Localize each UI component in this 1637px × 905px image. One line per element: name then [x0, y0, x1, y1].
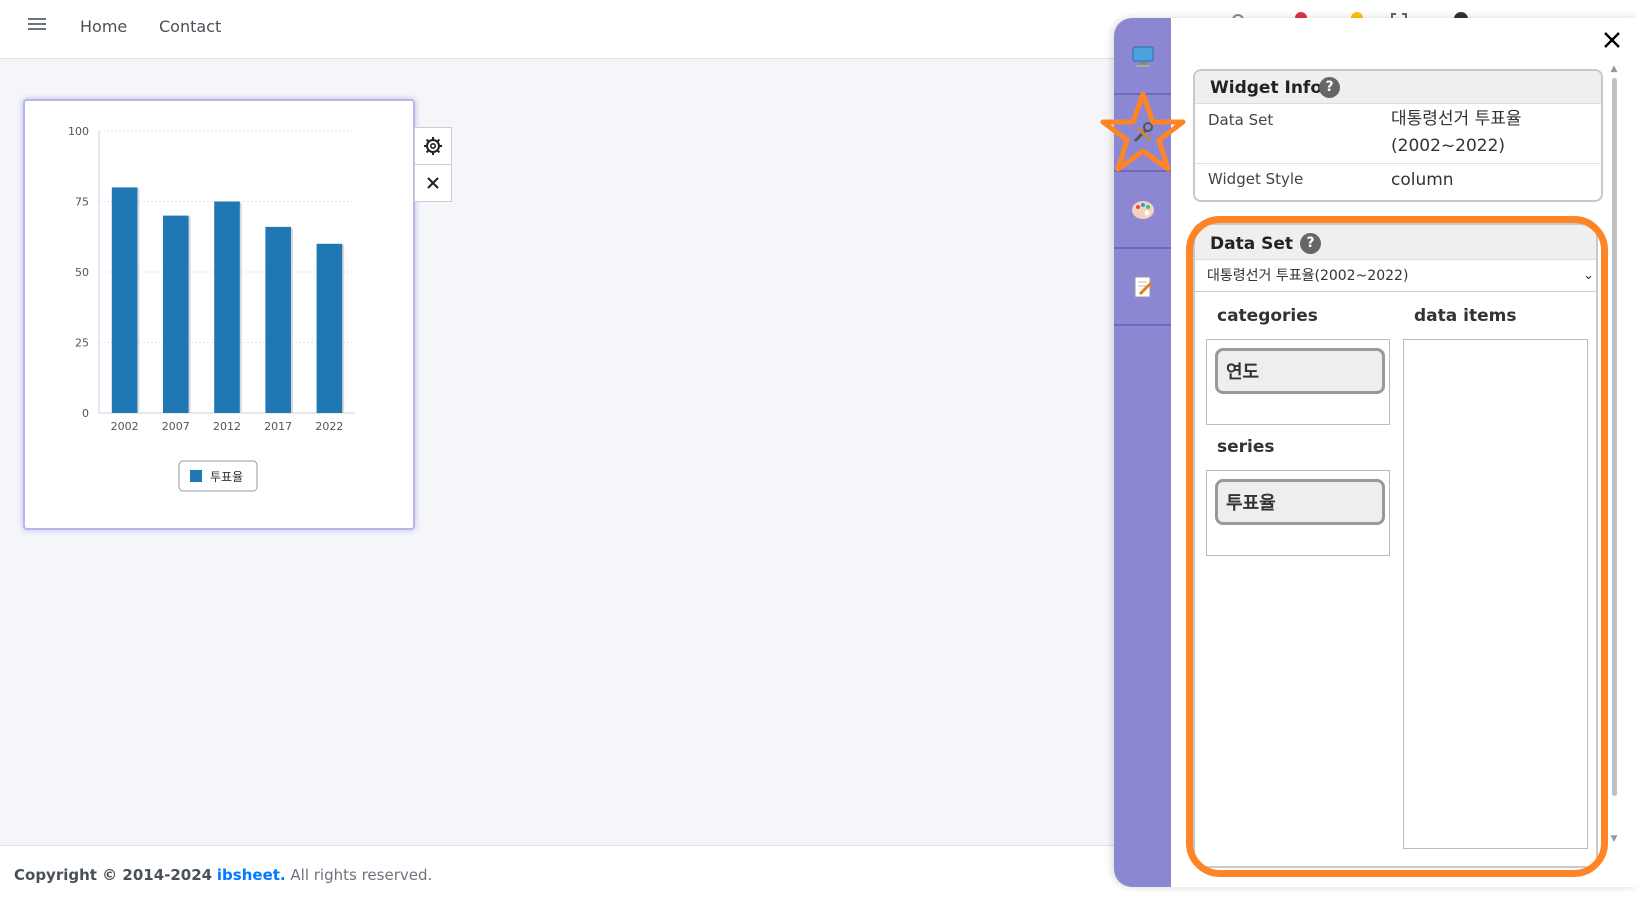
- y-tick-label: 75: [75, 196, 89, 209]
- chart-legend[interactable]: 투표율: [178, 460, 258, 492]
- series-drop-zone[interactable]: 투표율: [1206, 470, 1390, 556]
- panel-close-button[interactable]: [1601, 30, 1623, 52]
- y-tick-label: 50: [75, 266, 89, 279]
- footer-copyright: Copyright © 2014-2024: [14, 866, 213, 884]
- tab-data-settings[interactable]: [1114, 95, 1171, 172]
- footer-brand-link[interactable]: ibsheet.: [217, 866, 286, 884]
- y-tick-label: 0: [82, 407, 89, 420]
- monitor-icon: [1132, 46, 1153, 67]
- legend-swatch: [190, 470, 202, 482]
- bar-2002[interactable]: [111, 187, 138, 413]
- data-items-drop-zone[interactable]: [1403, 339, 1588, 849]
- gear-icon: [424, 137, 442, 155]
- categories-drop-zone[interactable]: 연도: [1206, 339, 1390, 425]
- legend-label: 투표율: [210, 470, 243, 484]
- info-row-data-set: Data Set 대통령선거 투표율 (2002~2022): [1195, 104, 1601, 164]
- chevron-down-icon: ⌄: [1583, 268, 1594, 283]
- scroll-down-icon[interactable]: ▼: [1609, 834, 1619, 844]
- close-icon: [427, 177, 439, 189]
- data-items-label: data items: [1414, 306, 1517, 326]
- help-icon[interactable]: ?: [1319, 77, 1340, 98]
- bar-2007[interactable]: [163, 215, 189, 413]
- series-label: series: [1217, 437, 1275, 457]
- x-tick-label: 2022: [315, 420, 343, 433]
- x-tick-label: 2012: [213, 420, 241, 433]
- x-tick-label: 2017: [264, 420, 292, 433]
- data-set-title: Data Set: [1210, 234, 1293, 254]
- bar-2017[interactable]: [265, 226, 291, 413]
- nav-link-home[interactable]: Home: [80, 17, 127, 36]
- info-row-widget-style: Widget Style column: [1195, 164, 1601, 200]
- nav-link-contact[interactable]: Contact: [159, 17, 221, 36]
- tab-display[interactable]: [1114, 18, 1171, 95]
- bar-2022[interactable]: [316, 243, 343, 413]
- data-set-select[interactable]: 대통령선거 투표율(2002~2022) ⌄: [1195, 260, 1596, 292]
- help-icon[interactable]: ?: [1300, 233, 1321, 254]
- info-value-line1: 대통령선거 투표율: [1391, 109, 1522, 129]
- info-value: column: [1391, 170, 1454, 190]
- y-tick-label: 100: [68, 125, 89, 138]
- column-chart: 100 75 50 25 0 2002 2007 2012 2017 2022 투표율: [68, 125, 355, 492]
- data-set-header: Data Set ?: [1195, 225, 1596, 260]
- data-set-selected-value: 대통령선거 투표율(2002~2022): [1207, 268, 1409, 284]
- widget-close-button[interactable]: [414, 164, 452, 202]
- palette-icon: [1131, 200, 1154, 219]
- bar-2012[interactable]: [214, 201, 240, 414]
- widget-info-title: Widget Info: [1210, 78, 1322, 98]
- x-tick-label: 2007: [162, 420, 190, 433]
- tools-icon: [1133, 121, 1153, 142]
- footer-suffix: All rights reserved.: [290, 866, 433, 884]
- panel-side-tabs: [1114, 18, 1171, 887]
- widget-info-header: Widget Info ?: [1195, 71, 1601, 104]
- widget-settings-button[interactable]: [414, 127, 452, 165]
- category-chip[interactable]: 연도: [1215, 348, 1385, 394]
- info-value-line2: (2002~2022): [1391, 136, 1506, 156]
- footer-text: Copyright © 2014-2024 ibsheet. All right…: [14, 866, 432, 884]
- tab-notes[interactable]: [1114, 249, 1171, 326]
- scrollbar-thumb[interactable]: [1612, 78, 1617, 796]
- widget-info-box: Widget Info ? Data Set 대통령선거 투표율 (2002~2…: [1193, 69, 1603, 202]
- y-tick-label: 25: [75, 337, 89, 350]
- scroll-up-icon[interactable]: ▲: [1609, 64, 1619, 74]
- panel-scrollbar[interactable]: ▲ ▼: [1609, 64, 1619, 844]
- series-chip[interactable]: 투표율: [1215, 479, 1385, 525]
- info-key: Data Set: [1208, 111, 1274, 129]
- x-tick-label: 2002: [111, 420, 139, 433]
- categories-label: categories: [1217, 306, 1318, 326]
- info-key: Widget Style: [1208, 170, 1304, 188]
- data-set-box: Data Set ? 대통령선거 투표율(2002~2022) ⌄ catego…: [1193, 223, 1598, 868]
- edit-note-icon: [1134, 276, 1152, 297]
- hamburger-icon[interactable]: [28, 15, 46, 35]
- close-icon: [1604, 32, 1620, 48]
- chart-widget[interactable]: 100 75 50 25 0 2002 2007 2012 2017 2022 투표율: [23, 99, 415, 530]
- tab-style[interactable]: [1114, 172, 1171, 249]
